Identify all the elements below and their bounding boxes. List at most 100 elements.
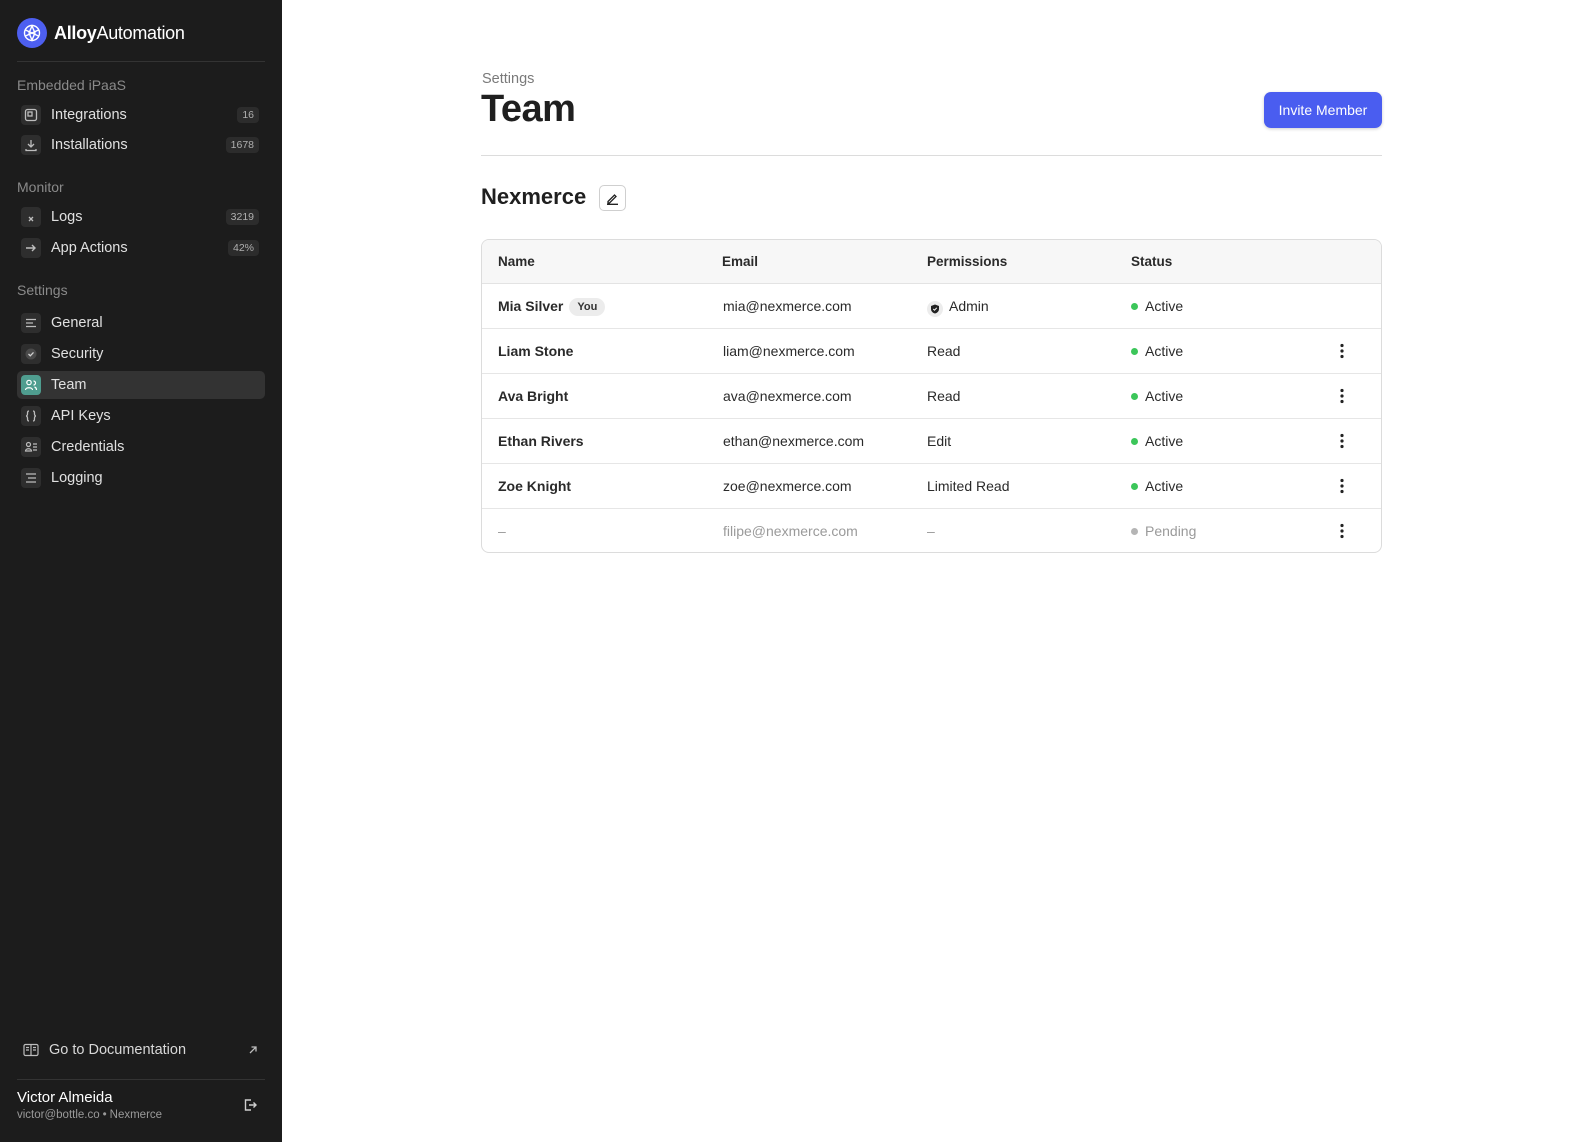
member-name: Mia Silver You	[498, 298, 606, 317]
member-name: Ava Bright	[498, 388, 569, 404]
sidebar-item-security[interactable]: Security	[17, 340, 265, 368]
status-dot	[1131, 393, 1138, 400]
separator: •	[102, 1109, 107, 1121]
page-title: Team	[481, 88, 576, 130]
sidebar-item-installations[interactable]: Installations 1678	[17, 131, 265, 159]
row-actions-button[interactable]	[1332, 431, 1352, 451]
sidebar-item-label: Team	[51, 377, 87, 393]
member-status: Active	[1131, 388, 1183, 404]
sidebar-item-logging[interactable]: Logging	[17, 464, 265, 492]
sidebar-item-app-actions[interactable]: App Actions 42%	[17, 234, 265, 262]
sidebar-item-logs[interactable]: Logs 3219	[17, 203, 265, 231]
row-actions-button[interactable]	[1332, 386, 1352, 406]
status-text: Active	[1145, 388, 1184, 404]
count-badge: 16	[237, 107, 259, 123]
status-dot	[1131, 528, 1138, 535]
sidebar-item-integrations[interactable]: Integrations 16	[17, 101, 265, 129]
table-row: Zoe Knight zoe@nexmerce.com Limited Read…	[482, 464, 1381, 509]
go-to-documentation-link[interactable]: Go to Documentation	[17, 1037, 265, 1063]
member-status: Active	[1131, 343, 1183, 359]
member-email: filipe@nexmerce.com	[723, 523, 858, 539]
logout-button[interactable]	[240, 1095, 260, 1115]
column-header-email: Email	[722, 254, 759, 269]
permission-text: Admin	[949, 298, 989, 314]
member-email: liam@nexmerce.com	[723, 343, 855, 359]
sidebar-divider	[17, 61, 265, 62]
status-dot	[1131, 303, 1138, 310]
status-text: Active	[1145, 478, 1184, 494]
sidebar-item-label: Installations	[51, 137, 128, 153]
admin-shield-icon	[927, 301, 943, 317]
column-header-status: Status	[1131, 254, 1173, 269]
member-status: Active	[1131, 478, 1183, 494]
sidebar-item-label: Integrations	[51, 107, 127, 123]
credentials-icon	[21, 437, 41, 457]
member-email: zoe@nexmerce.com	[723, 478, 852, 494]
logs-icon	[21, 207, 41, 227]
user-details: victor@bottle.co • Nexmerce	[17, 1109, 162, 1121]
user-org: Nexmerce	[109, 1109, 163, 1121]
breadcrumb: Settings	[482, 71, 535, 87]
shield-check-icon	[21, 344, 41, 364]
status-dot	[1131, 483, 1138, 490]
member-permission: Edit	[927, 433, 952, 449]
sidebar-item-api-keys[interactable]: API Keys	[17, 402, 265, 430]
sidebar-item-label: Credentials	[51, 439, 125, 455]
sidebar-item-label: API Keys	[51, 408, 111, 424]
status-text: Active	[1145, 343, 1184, 359]
sidebar-item-team[interactable]: Team	[17, 371, 265, 399]
pencil-icon	[607, 193, 618, 205]
edit-org-name-button[interactable]	[599, 185, 626, 211]
sidebar-item-label: General	[51, 315, 103, 331]
team-icon	[21, 375, 41, 395]
member-name: Zoe Knight	[498, 478, 572, 494]
more-vertical-icon	[1340, 388, 1344, 404]
status-text: Active	[1145, 433, 1184, 449]
member-permission: Read	[927, 388, 961, 404]
alloy-logo-icon	[17, 18, 47, 48]
member-status: Active	[1131, 298, 1183, 314]
member-permission: Read	[927, 343, 961, 359]
more-vertical-icon	[1340, 343, 1344, 359]
brand[interactable]: AlloyAutomation	[17, 17, 185, 49]
table-row: Mia Silver You mia@nexmerce.com Admin Act…	[482, 284, 1381, 329]
member-name: –	[498, 523, 506, 539]
you-badge: You	[569, 298, 606, 316]
download-icon	[21, 135, 41, 155]
table-header: Name Email Permissions Status	[482, 240, 1381, 284]
member-name-text: Mia Silver	[498, 298, 564, 314]
invite-member-button[interactable]: Invite Member	[1264, 92, 1382, 128]
row-actions-button[interactable]	[1332, 341, 1352, 361]
member-email: mia@nexmerce.com	[723, 298, 852, 314]
list-icon	[21, 313, 41, 333]
row-actions-button[interactable]	[1332, 476, 1352, 496]
member-status: Pending	[1131, 523, 1196, 539]
count-badge: 1678	[225, 137, 259, 153]
sidebar-item-general[interactable]: General	[17, 309, 265, 337]
external-link-icon	[245, 1042, 261, 1058]
table-row: – filipe@nexmerce.com – Pending	[482, 509, 1381, 552]
member-permission: –	[927, 523, 935, 539]
header-divider	[481, 155, 1382, 156]
braces-icon	[21, 406, 41, 426]
sidebar-item-credentials[interactable]: Credentials	[17, 433, 265, 461]
org-name: Nexmerce	[481, 184, 587, 209]
documentation-label: Go to Documentation	[49, 1042, 187, 1058]
status-dot	[1131, 438, 1138, 445]
table-row: Liam Stone liam@nexmerce.com Read Active	[482, 329, 1381, 374]
table-row: Ethan Rivers ethan@nexmerce.com Edit Act…	[482, 419, 1381, 464]
logout-icon	[244, 1099, 257, 1111]
count-badge: 42%	[227, 240, 259, 256]
sidebar-divider	[17, 1079, 265, 1080]
member-email: ava@nexmerce.com	[723, 388, 852, 404]
sidebar-item-label: Logs	[51, 209, 83, 225]
sidebar-item-label: App Actions	[51, 240, 128, 256]
user-email: victor@bottle.co	[17, 1109, 100, 1121]
section-label-settings: Settings	[17, 282, 68, 298]
member-name: Liam Stone	[498, 343, 574, 359]
row-actions-button[interactable]	[1332, 521, 1352, 541]
status-text: Pending	[1145, 523, 1197, 539]
arrow-right-icon	[21, 238, 41, 258]
sidebar-item-label: Security	[51, 346, 104, 362]
member-email: ethan@nexmerce.com	[723, 433, 865, 449]
